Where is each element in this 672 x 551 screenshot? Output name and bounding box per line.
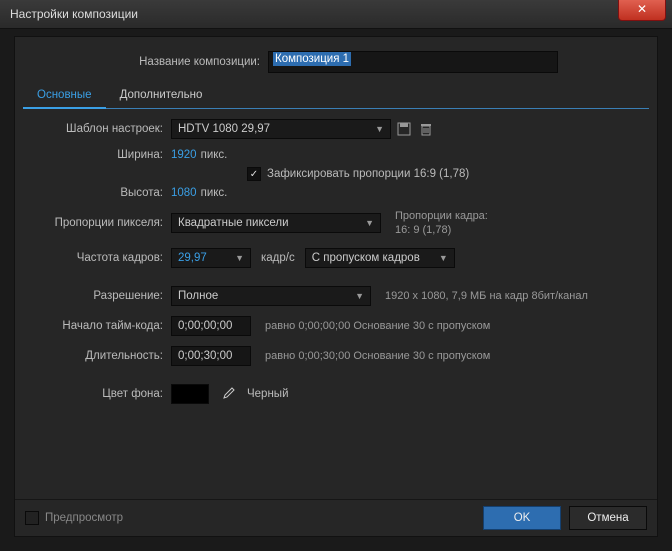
width-row: Ширина: 1920 пикс. xyxy=(23,149,649,161)
resolution-select[interactable]: Полное ▼ xyxy=(171,286,371,306)
framerate-value: 29,97 xyxy=(178,252,207,264)
chevron-down-icon: ▼ xyxy=(375,124,384,134)
duration-input[interactable]: 0;00;30;00 xyxy=(171,346,251,366)
height-value[interactable]: 1080 xyxy=(171,187,197,199)
window-title: Настройки композиции xyxy=(10,7,138,21)
trash-icon xyxy=(420,122,432,136)
pixel-aspect-select[interactable]: Квадратные пиксели ▼ xyxy=(171,213,381,233)
composition-name-value: Композиция 1 xyxy=(273,52,351,66)
timecode-start-input[interactable]: 0;00;00;00 xyxy=(171,316,251,336)
ok-button[interactable]: OK xyxy=(483,506,561,530)
frame-aspect-label: Пропорции кадра: xyxy=(395,209,488,223)
framerate-unit: кадр/с xyxy=(261,252,295,264)
save-icon xyxy=(397,122,411,136)
composition-name-label: Название композиции: xyxy=(15,56,268,68)
dropframe-select[interactable]: С пропуском кадров ▼ xyxy=(305,248,455,268)
tabs: Основные Дополнительно xyxy=(23,83,649,109)
preview-checkbox[interactable] xyxy=(25,511,39,525)
cancel-button[interactable]: Отмена xyxy=(569,506,647,530)
preview-label: Предпросмотр xyxy=(45,512,123,524)
width-label: Ширина: xyxy=(23,149,171,161)
footer: Предпросмотр OK Отмена xyxy=(15,499,657,536)
close-icon: ✕ xyxy=(637,2,647,16)
preset-value: HDTV 1080 29,97 xyxy=(178,123,270,135)
dialog-body: Название композиции: Композиция 1 Основн… xyxy=(14,36,658,537)
framerate-row: Частота кадров: 29,97 ▼ кадр/с С пропуск… xyxy=(23,248,649,268)
eyedropper-icon xyxy=(221,387,235,401)
height-label: Высота: xyxy=(23,187,171,199)
bgcolor-name: Черный xyxy=(247,388,289,400)
composition-name-input[interactable]: Композиция 1 xyxy=(268,51,558,73)
bgcolor-label: Цвет фона: xyxy=(23,388,171,400)
bgcolor-row: Цвет фона: Черный xyxy=(23,384,649,404)
close-button[interactable]: ✕ xyxy=(618,0,666,21)
chevron-down-icon: ▼ xyxy=(235,253,244,263)
framerate-select[interactable]: 29,97 ▼ xyxy=(171,248,251,268)
resolution-row: Разрешение: Полное ▼ 1920 x 1080, 7,9 МБ… xyxy=(23,286,649,306)
preset-row: Шаблон настроек: HDTV 1080 29,97 ▼ xyxy=(23,119,649,139)
duration-value: 0;00;30;00 xyxy=(178,350,232,362)
pixel-aspect-label: Пропорции пикселя: xyxy=(23,217,171,229)
timecode-start-label: Начало тайм-кода: xyxy=(23,320,171,332)
resolution-label: Разрешение: xyxy=(23,290,171,302)
width-unit: пикс. xyxy=(201,149,228,161)
width-value[interactable]: 1920 xyxy=(171,149,197,161)
eyedropper-button[interactable] xyxy=(219,385,237,403)
preview-toggle[interactable]: Предпросмотр xyxy=(25,511,123,525)
chevron-down-icon: ▼ xyxy=(439,253,448,263)
lock-aspect-row: ✓ Зафиксировать пропорции 16:9 (1,78) xyxy=(23,167,649,181)
lock-aspect-label: Зафиксировать пропорции 16:9 (1,78) xyxy=(267,168,469,180)
composition-name-row: Название композиции: Композиция 1 xyxy=(15,51,657,73)
save-preset-button[interactable] xyxy=(395,120,413,138)
tab-advanced[interactable]: Дополнительно xyxy=(106,83,217,108)
framerate-label: Частота кадров: xyxy=(23,252,171,264)
chevron-down-icon: ▼ xyxy=(365,218,374,228)
tab-basic[interactable]: Основные xyxy=(23,83,106,109)
height-row: Высота: 1080 пикс. xyxy=(23,187,649,199)
chevron-down-icon: ▼ xyxy=(355,291,364,301)
frame-aspect-value: 16: 9 (1,78) xyxy=(395,223,488,237)
timecode-start-value: 0;00;00;00 xyxy=(178,320,232,332)
timecode-start-row: Начало тайм-кода: 0;00;00;00 равно 0;00;… xyxy=(23,316,649,336)
duration-info: равно 0;00;30;00 Основание 30 с пропуско… xyxy=(265,350,490,362)
lock-aspect-checkbox[interactable]: ✓ xyxy=(247,167,261,181)
basic-panel: Шаблон настроек: HDTV 1080 29,97 ▼ xyxy=(15,109,657,404)
bgcolor-swatch[interactable] xyxy=(171,384,209,404)
dropframe-value: С пропуском кадров xyxy=(312,252,420,264)
resolution-info: 1920 x 1080, 7,9 МБ на кадр 8бит/канал xyxy=(385,290,588,302)
delete-preset-button[interactable] xyxy=(417,120,435,138)
resolution-value: Полное xyxy=(178,290,218,302)
pixel-aspect-row: Пропорции пикселя: Квадратные пиксели ▼ … xyxy=(23,209,649,238)
titlebar: Настройки композиции ✕ xyxy=(0,0,672,29)
duration-label: Длительность: xyxy=(23,350,171,362)
height-unit: пикс. xyxy=(201,187,228,199)
preset-label: Шаблон настроек: xyxy=(23,123,171,135)
duration-row: Длительность: 0;00;30;00 равно 0;00;30;0… xyxy=(23,346,649,366)
composition-settings-window: Настройки композиции ✕ Название композиц… xyxy=(0,0,672,551)
pixel-aspect-value: Квадратные пиксели xyxy=(178,217,289,229)
preset-select[interactable]: HDTV 1080 29,97 ▼ xyxy=(171,119,391,139)
timecode-start-info: равно 0;00;00;00 Основание 30 с пропуско… xyxy=(265,320,490,332)
